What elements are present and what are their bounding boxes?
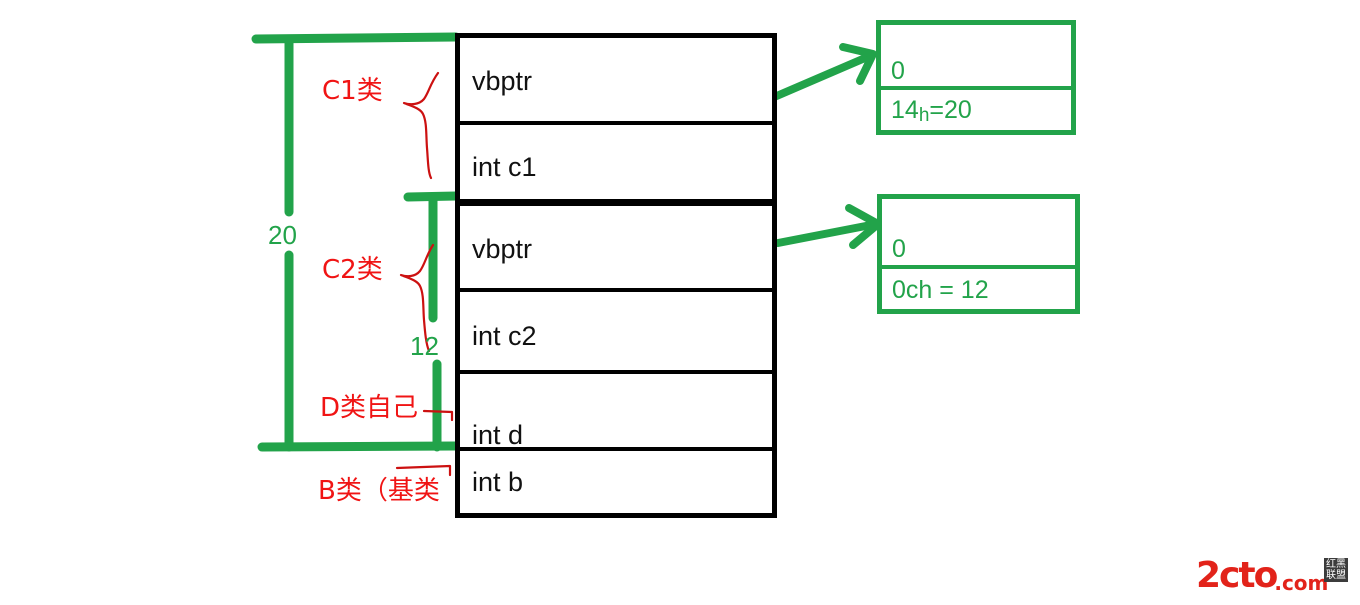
vbtable-divider xyxy=(882,265,1075,269)
memory-cell-label: int c1 xyxy=(472,152,537,182)
memory-layout-table: vbptr int c1 vbptr int c2 int d int b xyxy=(455,33,777,518)
memory-cell-label: vbptr xyxy=(472,234,533,264)
vbtable-entry-0: 0 xyxy=(892,235,906,263)
watermark-cn-badge: 红黑 联盟 xyxy=(1324,558,1348,582)
watermark-cn-line1: 红黑 xyxy=(1326,559,1346,570)
vbptr-arrow-2 xyxy=(774,204,882,249)
memory-cell-label: int d xyxy=(472,420,524,450)
annotation-b-base-class: B类（基类 xyxy=(318,476,440,506)
annotation-d-class: D类自己 xyxy=(320,393,419,423)
vbtable-entry-1: 14h=20 xyxy=(891,96,972,126)
measurement-label-20: 20 xyxy=(268,220,297,250)
vbtable-entry-1-sub: h xyxy=(918,105,930,126)
c1-region-brace xyxy=(402,71,440,180)
vbtable-entry-1: 0ch = 12 xyxy=(892,276,989,304)
vbptr-arrow-1 xyxy=(768,43,877,102)
vbtable-entry-0: 0 xyxy=(891,57,905,85)
measurement-label-12: 12 xyxy=(410,331,439,361)
annotation-c1-class: C1类 xyxy=(322,76,383,106)
memory-cell-label: int b xyxy=(472,467,524,497)
b-region-pointer xyxy=(395,464,452,477)
table-row: vbptr xyxy=(460,206,772,288)
table-row: vbptr xyxy=(460,38,772,121)
watermark-domain-text: .com xyxy=(1274,571,1329,595)
watermark: 2cto .com 红黑 联盟 xyxy=(1196,556,1348,596)
watermark-logo-text: 2cto xyxy=(1196,555,1278,596)
annotation-c2-class: C2类 xyxy=(322,255,383,285)
table-row: int c2 xyxy=(460,292,772,370)
table-row: int b xyxy=(460,451,772,513)
vbtable-divider xyxy=(881,86,1071,90)
memory-cell-label: vbptr xyxy=(472,66,533,96)
vbtable-entry-1-suffix: =20 xyxy=(929,96,972,124)
vbtable-entry-1-prefix: 14 xyxy=(891,96,919,124)
table-row: int c1 xyxy=(460,125,772,199)
memory-cell-label: int c2 xyxy=(472,321,537,351)
vbtable-box-1: 0 14h=20 xyxy=(876,20,1076,135)
table-row: int d xyxy=(460,374,772,450)
diagram-canvas: vbptr int c1 vbptr int c2 int d int b 0 xyxy=(0,0,1360,605)
vbtable-box-2: 0 0ch = 12 xyxy=(877,194,1080,314)
watermark-cn-line2: 联盟 xyxy=(1326,570,1346,581)
row-separator-major xyxy=(460,199,772,206)
